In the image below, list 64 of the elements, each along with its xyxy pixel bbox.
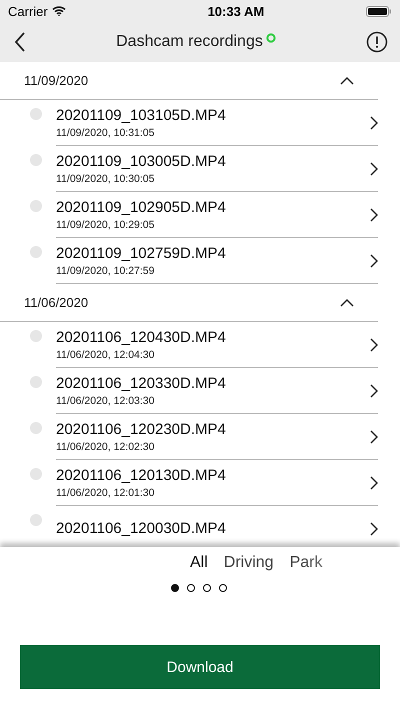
file-name: 20201109_102905D.MP4 (56, 198, 227, 216)
chevron-right-icon[interactable] (370, 116, 378, 130)
recording-row[interactable]: 20201106_120130D.MP4 11/06/2020, 12:01:30 (56, 460, 378, 506)
selection-radio[interactable] (30, 246, 42, 258)
chevron-right-icon[interactable] (370, 208, 378, 222)
page-dot[interactable] (202, 584, 210, 592)
chevron-right-icon[interactable] (370, 476, 378, 490)
chevron-right-icon[interactable] (370, 522, 378, 536)
recording-time: 11/06/2020, 12:03:30 (56, 394, 156, 406)
selection-radio[interactable] (30, 468, 42, 480)
recording-row[interactable]: 20201106_120330D.MP4 11/06/2020, 12:03:30 (56, 368, 378, 414)
page-dot[interactable] (218, 584, 226, 592)
section-header[interactable]: 11/09/2020 (0, 62, 378, 100)
recording-row[interactable]: 20201106_120430D.MP4 11/06/2020, 12:04:30 (56, 322, 378, 368)
selection-radio[interactable] (30, 154, 42, 166)
chevron-right-icon[interactable] (370, 254, 378, 268)
chevron-right-icon[interactable] (370, 338, 378, 352)
file-name: 20201109_102759D.MP4 (56, 244, 227, 262)
section-date: 11/09/2020 (24, 73, 88, 88)
recording-time: 11/09/2020, 10:27:59 (56, 264, 156, 276)
recording-time: 11/06/2020, 12:04:30 (56, 348, 156, 360)
filter-tab[interactable]: All (190, 554, 208, 572)
recording-time: 11/06/2020, 12:01:30 (56, 486, 156, 498)
download-button[interactable]: Download (20, 645, 380, 689)
collapse-caret-icon[interactable] (340, 298, 354, 306)
page-dot[interactable] (170, 584, 178, 592)
file-name: 20201106_120230D.MP4 (56, 420, 227, 438)
filter-tab[interactable]: Driving (224, 554, 274, 572)
section-header[interactable]: 11/06/2020 (0, 284, 378, 322)
carrier-label: Carrier (8, 4, 48, 18)
recording-time: 11/09/2020, 10:30:05 (56, 172, 156, 184)
file-name: 20201106_120030D.MP4 (56, 520, 227, 537)
recording-row[interactable]: 20201109_103105D.MP4 11/09/2020, 10:31:05 (56, 100, 378, 146)
window-title: Dashcam recordings (116, 33, 263, 51)
back-icon[interactable] (14, 32, 26, 52)
battery-icon (366, 6, 392, 16)
recording-time: 11/09/2020, 10:29:05 (56, 218, 156, 230)
recording-time: 11/06/2020, 12:02:30 (56, 440, 156, 452)
selection-radio[interactable] (30, 376, 42, 388)
selection-radio[interactable] (30, 514, 42, 526)
recording-row[interactable]: 20201106_120230D.MP4 11/06/2020, 12:02:30 (56, 414, 378, 460)
selection-radio[interactable] (30, 108, 42, 120)
selection-radio[interactable] (30, 422, 42, 434)
selection-radio[interactable] (30, 330, 42, 342)
info-icon[interactable] (366, 31, 388, 53)
collapse-caret-icon[interactable] (340, 76, 354, 84)
filter-tab[interactable]: Park (290, 554, 322, 572)
file-name: 20201106_120430D.MP4 (56, 328, 227, 346)
recording-row[interactable]: 20201109_102759D.MP4 11/09/2020, 10:27:59 (56, 238, 378, 284)
clock: 10:33 AM (208, 4, 264, 18)
page-dot[interactable] (186, 584, 194, 592)
recording-time: 11/09/2020, 10:31:05 (56, 126, 156, 138)
selection-radio[interactable] (30, 200, 42, 212)
wifi-icon (52, 6, 66, 16)
file-name: 20201109_103005D.MP4 (56, 152, 227, 170)
file-name: 20201109_103105D.MP4 (56, 106, 227, 124)
recording-row[interactable]: 20201109_103005D.MP4 11/09/2020, 10:30:05 (56, 146, 378, 192)
chevron-right-icon[interactable] (370, 384, 378, 398)
chevron-right-icon[interactable] (370, 162, 378, 176)
section-date: 11/06/2020 (24, 295, 88, 310)
recording-row[interactable]: 20201109_102905D.MP4 11/09/2020, 10:29:05 (56, 192, 378, 238)
chevron-right-icon[interactable] (370, 430, 378, 444)
file-name: 20201106_120130D.MP4 (56, 466, 227, 484)
file-name: 20201106_120330D.MP4 (56, 374, 227, 392)
